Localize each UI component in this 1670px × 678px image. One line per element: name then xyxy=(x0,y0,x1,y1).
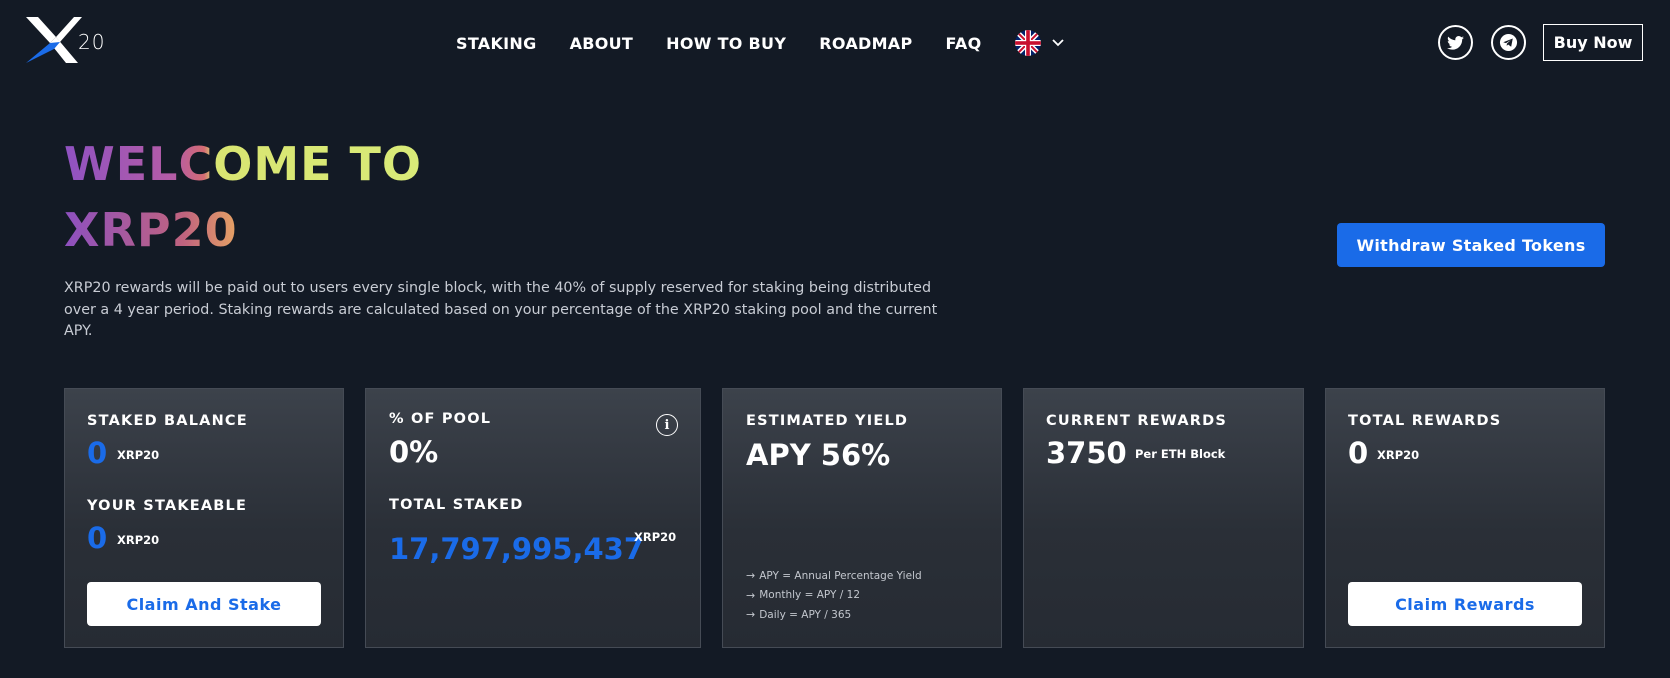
pool-percent-value: 0% xyxy=(389,435,439,469)
estimated-yield-card: ESTIMATED YIELD APY 56% → APY = Annual Pe… xyxy=(722,388,1002,648)
monthly-note: → Monthly = APY / 12 xyxy=(746,589,922,602)
total-staked-label: TOTAL STAKED xyxy=(389,497,524,513)
title-line-1: WELCOME TO xyxy=(64,134,422,194)
arrow-right-icon: → xyxy=(746,569,756,582)
page-title: WELCOME TO XRP20 xyxy=(64,134,422,260)
telegram-icon xyxy=(1499,33,1518,52)
nav-roadmap[interactable]: ROADMAP xyxy=(819,34,912,53)
current-rewards-unit: Per ETH Block xyxy=(1135,447,1226,461)
apy-notes: → APY = Annual Percentage Yield → Monthly … xyxy=(746,569,922,628)
title-line-2: XRP20 xyxy=(64,200,422,260)
nav-how-to-buy[interactable]: HOW TO BUY xyxy=(666,34,786,53)
claim-and-stake-button[interactable]: Claim And Stake xyxy=(87,582,321,626)
daily-note: → Daily = APY / 365 xyxy=(746,608,922,621)
x-logo-icon xyxy=(26,17,82,63)
apy-value: APY 56% xyxy=(746,438,891,472)
current-rewards-value: 3750 xyxy=(1046,436,1127,470)
arrow-right-icon: → xyxy=(746,588,756,602)
current-rewards-card: CURRENT REWARDS 3750 Per ETH Block xyxy=(1023,388,1304,648)
staked-balance-value: 0 xyxy=(87,436,108,470)
twitter-icon xyxy=(1447,35,1464,50)
current-rewards-label: CURRENT REWARDS xyxy=(1046,413,1228,429)
total-rewards-value: 0 xyxy=(1348,436,1369,470)
nav-faq[interactable]: FAQ xyxy=(946,34,982,53)
nav-staking[interactable]: STAKING xyxy=(456,34,537,53)
logo[interactable]: 20 xyxy=(26,17,105,63)
monthly-note-text: Monthly = APY / 12 xyxy=(759,589,861,601)
intro-text: XRP20 rewards will be paid out to users … xyxy=(64,280,938,339)
withdraw-staked-tokens-button[interactable]: Withdraw Staked Tokens xyxy=(1337,223,1605,267)
total-staked-unit: XRP20 xyxy=(634,530,677,544)
apy-note: → APY = Annual Percentage Yield xyxy=(746,569,922,582)
pool-card: % OF POOL i 0% TOTAL STAKED 17,797,995,4… xyxy=(365,388,701,648)
arrow-right-icon: → xyxy=(746,608,756,621)
info-glyph: i xyxy=(664,417,670,433)
total-rewards-label: TOTAL REWARDS xyxy=(1348,413,1502,429)
main-nav: STAKING ABOUT HOW TO BUY ROADMAP FAQ xyxy=(456,30,1065,56)
telegram-button[interactable] xyxy=(1491,25,1526,60)
stakeable-label: YOUR STAKEABLE xyxy=(87,498,248,514)
twitter-button[interactable] xyxy=(1438,25,1473,60)
nav-about[interactable]: ABOUT xyxy=(570,34,634,53)
total-rewards-card: TOTAL REWARDS 0 XRP20 Claim Rewards xyxy=(1325,388,1605,648)
total-staked-value: 17,797,995,437 xyxy=(389,532,645,566)
pool-label: % OF POOL xyxy=(389,411,492,427)
staked-balance-unit: XRP20 xyxy=(117,448,160,462)
apy-note-text: APY = Annual Percentage Yield xyxy=(759,569,922,582)
buy-now-button[interactable]: Buy Now xyxy=(1543,24,1643,61)
chevron-down-icon xyxy=(1051,39,1064,47)
stakeable-value: 0 xyxy=(87,521,108,555)
total-rewards-unit: XRP20 xyxy=(1377,448,1420,462)
daily-note-text: Daily = APY / 365 xyxy=(759,608,852,621)
language-selector[interactable] xyxy=(1014,30,1065,56)
stakeable-unit: XRP20 xyxy=(117,533,160,547)
claim-rewards-button[interactable]: Claim Rewards xyxy=(1348,582,1582,626)
header: 20 STAKING ABOUT HOW TO BUY ROADMAP FAQ xyxy=(0,0,1670,84)
info-icon[interactable]: i xyxy=(656,414,678,436)
staked-balance-card: STAKED BALANCE 0 XRP20 YOUR STAKEABLE 0 … xyxy=(64,388,344,648)
logo-text: 20 xyxy=(78,30,106,54)
estimated-yield-label: ESTIMATED YIELD xyxy=(746,413,909,429)
staked-balance-label: STAKED BALANCE xyxy=(87,413,248,429)
uk-flag-icon xyxy=(1014,30,1041,56)
